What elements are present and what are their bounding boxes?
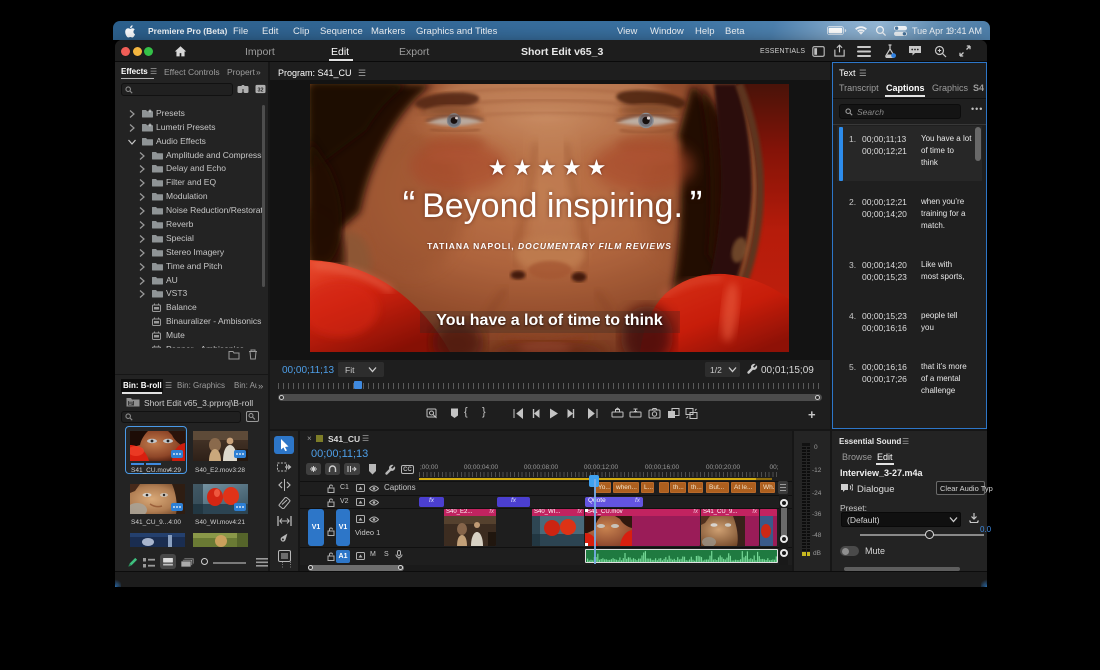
svg-text:32: 32 — [257, 88, 263, 94]
